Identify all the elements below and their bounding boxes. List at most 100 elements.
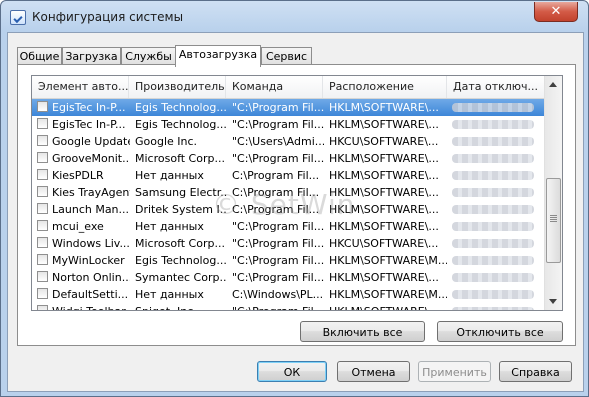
row-item: Launch Man... [52,203,130,216]
row-date-disabled-redacted [452,222,534,231]
row-date-disabled-redacted [452,239,534,248]
row-item: GrooveMonit... [52,152,130,165]
row-checkbox[interactable] [37,288,48,299]
row-item: KiesPDLR [52,169,104,182]
row-item: Kies TrayAgent [52,186,130,199]
row-item: Norton Onlin... [52,271,130,284]
row-date-disabled-redacted [452,290,534,299]
vertical-scrollbar[interactable] [544,76,562,310]
window-title: Конфигурация системы [32,10,184,24]
table-row[interactable]: Widgi Toolbar Spigot, Inc. "C:\Program Fil… [32,303,545,310]
row-item: mcui_exe [52,220,104,233]
row-checkbox[interactable] [37,220,48,231]
startup-items-list[interactable]: Элемент авто... Производитель Команда Ра… [31,75,563,311]
row-checkbox[interactable] [37,271,48,282]
list-header: Элемент авто... Производитель Команда Ра… [32,76,545,99]
row-date-disabled-redacted [452,120,534,129]
row-command: "C:\Program Fil... [232,101,324,114]
msconfig-app-icon [10,10,26,25]
row-checkbox[interactable] [37,203,48,214]
row-date-disabled-redacted [452,205,534,214]
column-header-manufacturer[interactable]: Производитель [129,76,226,98]
row-checkbox[interactable] [37,135,48,146]
row-location: HKLM\SOFTWARE\... [329,271,439,284]
row-checkbox[interactable] [37,254,48,265]
row-command: "C:\Program Fil... [232,118,324,131]
row-location: HKLM\SOFTWARE\... [329,303,447,310]
row-checkbox[interactable] [37,237,48,248]
row-location: HKLM\SOFTWARE\... [329,152,439,165]
row-item: Widgi Toolbar [52,303,130,310]
row-command: "C:\Program Fil... [232,254,324,267]
table-row[interactable]: Google Update Google Inc. "C:\Users\Admi..… [32,133,545,150]
table-row[interactable]: Windows Liv... Microsoft Corp... "C:\Progr… [32,235,545,252]
scroll-up-arrow-icon[interactable] [549,82,557,87]
table-row[interactable]: EgisTec In-P... Egis Technolog... "C:\Prog… [32,116,545,133]
close-button[interactable]: ✕ [534,2,578,22]
row-date-disabled-redacted [452,256,534,265]
row-checkbox[interactable] [37,118,48,129]
row-maker: Symantec Corp... [135,271,227,284]
row-checkbox[interactable] [37,186,48,197]
row-location: HKLM\SOFTWARE\M... [329,254,447,267]
row-location: HKLM\SOFTWARE\M... [329,288,447,301]
startup-tab-panel: Элемент авто... Производитель Команда Ра… [17,64,576,346]
table-row[interactable]: DefaultSetti... Нет данных C:\Windows\PL..… [32,286,545,303]
row-item: EgisTec In-P... [52,101,126,114]
row-command: "C:\Program Fil... [232,152,324,165]
title-bar[interactable]: Конфигурация системы ✕ [1,1,588,33]
column-header-command[interactable]: Команда [226,76,323,98]
row-command: C:\Windows\PL... [232,288,324,301]
row-checkbox[interactable] [37,152,48,163]
row-maker: Microsoft Corp... [135,237,225,250]
row-command: "C:\Program Fil... [232,303,324,310]
cancel-button[interactable]: Отмена [337,361,410,382]
row-command: C:\Program Fil... [232,169,320,182]
row-maker: Нет данных [135,288,204,301]
row-location: HKLM\SOFTWARE\... [329,101,439,114]
apply-button[interactable]: Применить [418,361,491,382]
row-location: HKLM\SOFTWARE\... [329,118,439,131]
ok-button[interactable]: ОК [257,361,327,382]
row-maker: Egis Technolog... [135,101,227,114]
row-maker: Egis Technolog... [135,254,227,267]
disable-all-button[interactable]: Отключить все [437,321,563,342]
row-command: "C:\Users\Admi... [232,135,324,148]
row-date-disabled-redacted [452,137,534,146]
row-maker: Microsoft Corp... [135,152,225,165]
row-item: EgisTec In-P... [52,118,126,131]
table-row[interactable]: EgisTec In-P... Egis Technolog... "C:\Prog… [32,99,545,116]
row-date-disabled-redacted [452,171,534,180]
row-checkbox[interactable] [37,101,48,112]
row-maker: Google Inc. [135,135,198,148]
scroll-down-arrow-icon[interactable] [549,299,557,304]
table-row[interactable]: GrooveMonit... Microsoft Corp... "C:\Progr… [32,150,545,167]
row-command: "C:\Program Fil... [232,271,324,284]
watermark: © SetWin [212,188,356,221]
row-date-disabled-redacted [452,103,534,112]
column-header-startup-item[interactable]: Элемент авто... [32,76,129,98]
column-header-location[interactable]: Расположение [323,76,447,98]
row-checkbox[interactable] [37,169,48,180]
enable-all-button[interactable]: Включить все [300,321,425,342]
row-item: DefaultSetti... [52,288,129,301]
table-row[interactable]: MyWinLocker Egis Technolog... "C:\Program … [32,252,545,269]
row-item: Google Update [52,135,130,148]
table-row[interactable]: KiesPDLR Нет данных C:\Program Fil... HKLM\… [32,167,545,184]
dialog-client-area: Общие Загрузка Службы Автозагрузка Серви… [7,32,584,392]
system-configuration-window: Конфигурация системы ✕ Общие Загрузка Сл… [0,0,589,397]
row-date-disabled-redacted [452,273,534,282]
help-button[interactable]: Справка [499,361,572,382]
tab-startup[interactable]: Автозагрузка [175,45,261,67]
row-command: "C:\Program Fil... [232,237,324,250]
row-date-disabled-redacted [452,188,534,197]
row-location: HKCU\SOFTWARE\... [329,135,439,148]
row-location: HKLM\SOFTWARE\... [329,169,439,182]
column-header-date-disabled[interactable]: Дата отключ... [447,76,545,98]
row-item: MyWinLocker [52,254,125,267]
row-checkbox[interactable] [37,305,48,310]
table-row[interactable]: Norton Onlin... Symantec Corp... "C:\Progr… [32,269,545,286]
row-maker: Spigot, Inc. [135,303,227,310]
scroll-thumb[interactable] [546,178,561,263]
row-maker: Egis Technolog... [135,118,227,131]
